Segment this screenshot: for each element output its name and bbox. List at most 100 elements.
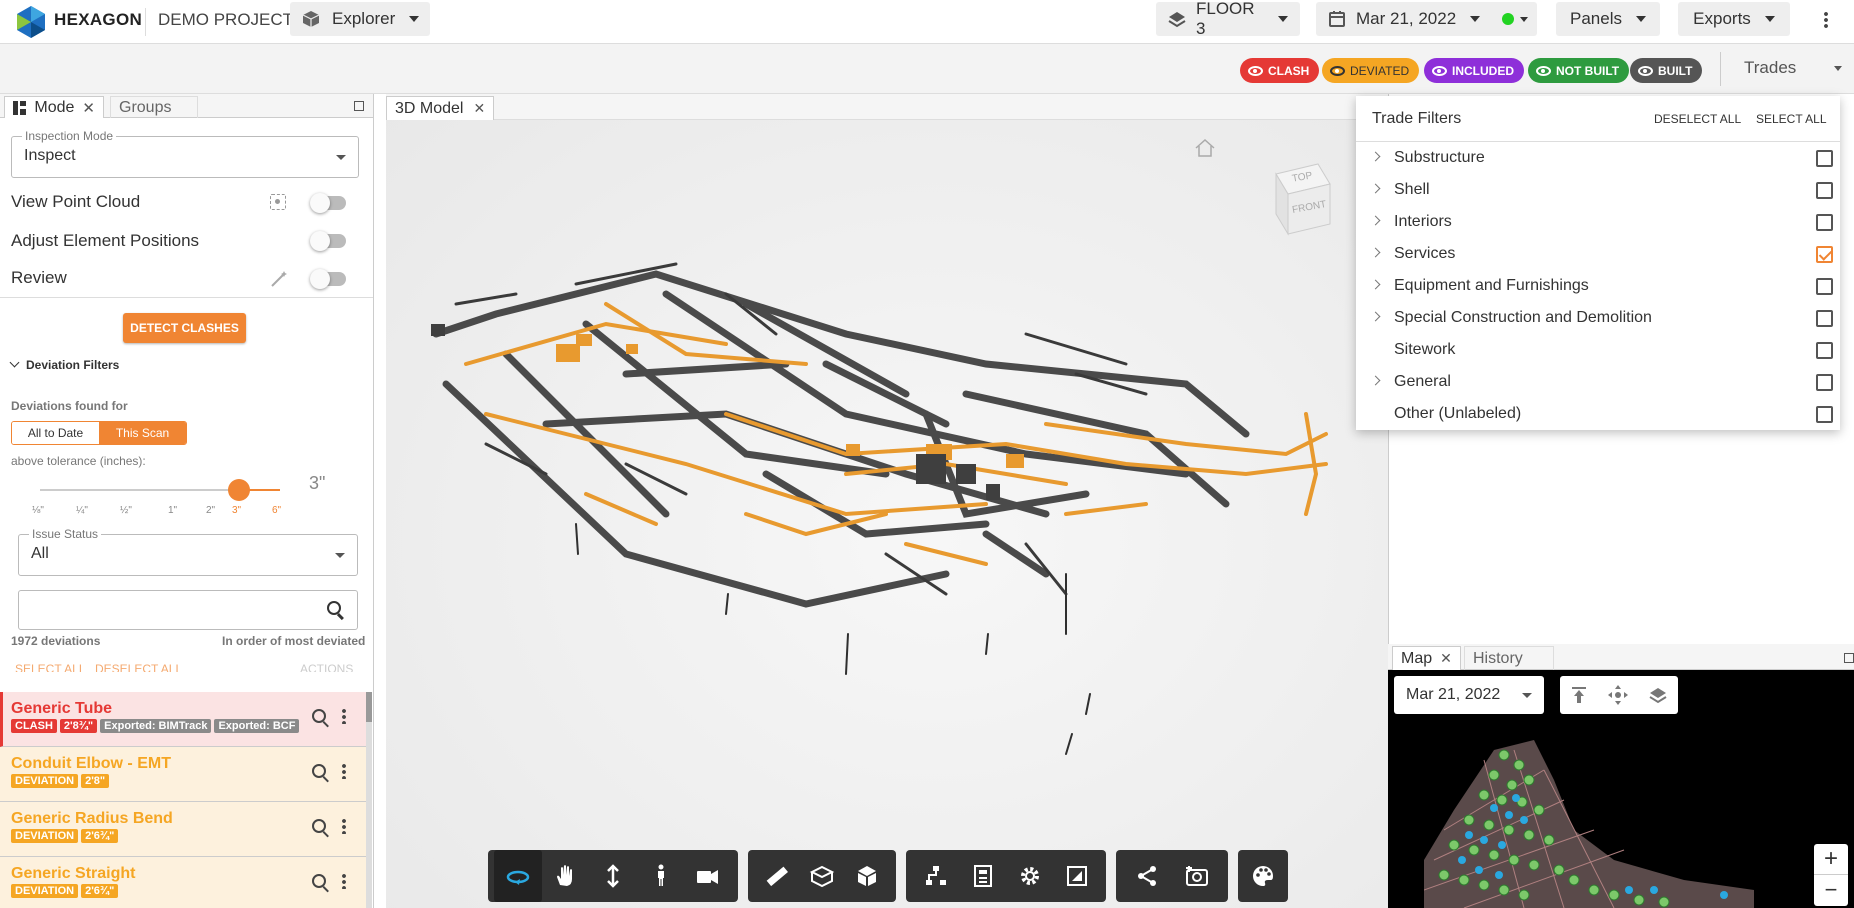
tab-3d-model[interactable]: 3D Model ✕ xyxy=(386,96,495,120)
deselect-all-link[interactable]: DESELECT ALL xyxy=(95,662,182,672)
exports-dropdown[interactable]: Exports xyxy=(1678,2,1790,36)
tolerance-slider[interactable]: ⅛" ¼" ½" 1" 2" 3" 6" xyxy=(32,477,281,517)
all-to-date-option[interactable]: All to Date xyxy=(12,422,99,444)
trade-checkbox[interactable] xyxy=(1816,406,1833,423)
properties-icon[interactable] xyxy=(959,850,1006,902)
walk-person-icon[interactable] xyxy=(637,850,685,902)
explode-cube-icon[interactable] xyxy=(845,850,890,902)
move-icon[interactable] xyxy=(1607,685,1628,705)
more-options-icon[interactable] xyxy=(1824,11,1828,29)
building-model[interactable] xyxy=(426,214,1346,794)
zoom-updown-icon[interactable] xyxy=(589,850,637,902)
trade-checkbox[interactable] xyxy=(1816,278,1833,295)
chevron-right-icon[interactable] xyxy=(1370,247,1381,258)
layers-icon[interactable] xyxy=(1649,686,1667,704)
close-icon[interactable]: ✕ xyxy=(1440,650,1452,667)
detect-clashes-button[interactable]: DETECT CLASHES xyxy=(123,313,246,343)
trade-item-interiors[interactable]: Interiors xyxy=(1356,206,1840,238)
zoom-icon[interactable] xyxy=(312,709,326,723)
close-icon[interactable]: ✕ xyxy=(82,99,95,117)
floor-dropdown[interactable]: FLOOR 3 xyxy=(1156,0,1300,38)
actions-link[interactable]: ACTIONS xyxy=(300,662,353,672)
trade-checkbox[interactable] xyxy=(1816,374,1833,391)
tab-history[interactable]: History xyxy=(1464,646,1554,670)
align-top-icon[interactable] xyxy=(1571,686,1587,704)
trade-checkbox[interactable] xyxy=(1816,246,1833,263)
list-item[interactable]: Generic Tube CLASH 2'8¾" Exported: BIMTr… xyxy=(0,692,370,747)
chevron-right-icon[interactable] xyxy=(1370,311,1381,322)
this-scan-option[interactable]: This Scan xyxy=(99,422,186,444)
zoom-icon[interactable] xyxy=(312,874,326,888)
more-options-icon[interactable] xyxy=(342,873,346,889)
fullscreen-icon[interactable] xyxy=(1053,850,1100,902)
tab-map[interactable]: Map ✕ xyxy=(1392,646,1461,670)
settings-gear-icon[interactable] xyxy=(1006,850,1053,902)
expand-icon[interactable] xyxy=(354,101,364,111)
zoom-in-button[interactable]: + xyxy=(1814,844,1848,875)
chevron-right-icon[interactable] xyxy=(1370,151,1381,162)
explorer-dropdown[interactable]: Explorer xyxy=(290,2,430,36)
section-box-icon[interactable] xyxy=(799,850,844,902)
share-icon[interactable] xyxy=(1122,850,1172,902)
adjust-positions-toggle[interactable] xyxy=(310,231,346,251)
clash-chip[interactable]: CLASH xyxy=(1240,58,1320,83)
search-icon[interactable] xyxy=(327,601,344,620)
status-dot-dropdown[interactable] xyxy=(1493,2,1537,36)
issue-status-select[interactable]: Issue Status All xyxy=(18,527,358,576)
list-item[interactable]: Generic Radius Bend DEVIATION 2'6¾" xyxy=(0,802,370,857)
review-toggle[interactable] xyxy=(310,269,346,289)
trade-item-services[interactable]: Services xyxy=(1356,238,1840,270)
site-map[interactable] xyxy=(1424,740,1754,908)
zoom-icon[interactable] xyxy=(312,764,326,778)
built-chip[interactable]: BUILT xyxy=(1630,58,1703,83)
camera-icon[interactable] xyxy=(684,850,732,902)
expand-icon[interactable] xyxy=(1844,653,1854,663)
deselect-all-button[interactable]: DESELECT ALL xyxy=(1654,112,1741,126)
trade-checkbox[interactable] xyxy=(1816,342,1833,359)
trade-checkbox[interactable] xyxy=(1816,310,1833,327)
inspection-mode-select[interactable]: Inspection Mode Inspect xyxy=(11,129,359,178)
trade-checkbox[interactable] xyxy=(1816,182,1833,199)
trade-item-substructure[interactable]: Substructure xyxy=(1356,142,1840,174)
trades-dropdown[interactable]: Trades xyxy=(1744,58,1844,82)
trade-item-general[interactable]: General xyxy=(1356,366,1840,398)
zoom-icon[interactable] xyxy=(312,819,326,833)
chevron-right-icon[interactable] xyxy=(1370,279,1381,290)
3d-viewport[interactable]: 3D Model ✕ TOP FRONT xyxy=(386,94,1388,908)
home-icon[interactable] xyxy=(1194,138,1216,158)
trade-item-equipment[interactable]: Equipment and Furnishings xyxy=(1356,270,1840,302)
zoom-out-button[interactable]: − xyxy=(1814,875,1848,906)
chevron-right-icon[interactable] xyxy=(1370,215,1381,226)
pan-hand-icon[interactable] xyxy=(542,850,590,902)
trade-item-special-construction[interactable]: Special Construction and Demolition xyxy=(1356,302,1840,334)
trade-checkbox[interactable] xyxy=(1816,214,1833,231)
not-built-chip[interactable]: NOT BUILT xyxy=(1528,58,1630,83)
select-all-button[interactable]: SELECT ALL xyxy=(1756,112,1827,126)
select-all-link[interactable]: SELECT ALL xyxy=(15,662,86,672)
screenshot-icon[interactable] xyxy=(1172,850,1222,902)
project-name[interactable]: DEMO PROJECT xyxy=(158,10,293,30)
panels-dropdown[interactable]: Panels xyxy=(1556,2,1660,36)
trade-item-other[interactable]: Other (Unlabeled) xyxy=(1356,398,1840,430)
more-options-icon[interactable] xyxy=(342,708,346,724)
hierarchy-icon[interactable] xyxy=(912,850,959,902)
deviation-filters-toggle[interactable]: Deviation Filters xyxy=(9,357,119,372)
close-icon[interactable]: ✕ xyxy=(473,100,485,117)
deviated-chip[interactable]: DEVIATED xyxy=(1322,58,1420,83)
slider-thumb[interactable] xyxy=(228,479,250,501)
view-point-cloud-toggle[interactable] xyxy=(310,193,346,213)
palette-icon[interactable] xyxy=(1238,850,1288,902)
tab-groups[interactable]: Groups xyxy=(110,96,198,118)
chevron-right-icon[interactable] xyxy=(1370,183,1381,194)
search-input[interactable] xyxy=(27,599,307,621)
trade-item-sitework[interactable]: Sitework xyxy=(1356,334,1840,366)
tab-mode[interactable]: Mode ✕ xyxy=(4,96,104,118)
more-options-icon[interactable] xyxy=(342,763,346,779)
orbit-icon[interactable] xyxy=(494,850,542,902)
trade-item-shell[interactable]: Shell xyxy=(1356,174,1840,206)
list-item[interactable]: Conduit Elbow - EMT DEVIATION 2'8" xyxy=(0,747,370,802)
list-item[interactable]: Generic Straight DEVIATION 2'6¾" xyxy=(0,857,370,908)
included-chip[interactable]: INCLUDED xyxy=(1424,58,1524,83)
map-date-select[interactable]: Mar 21, 2022 xyxy=(1394,676,1544,714)
list-scrollbar[interactable] xyxy=(366,692,372,908)
